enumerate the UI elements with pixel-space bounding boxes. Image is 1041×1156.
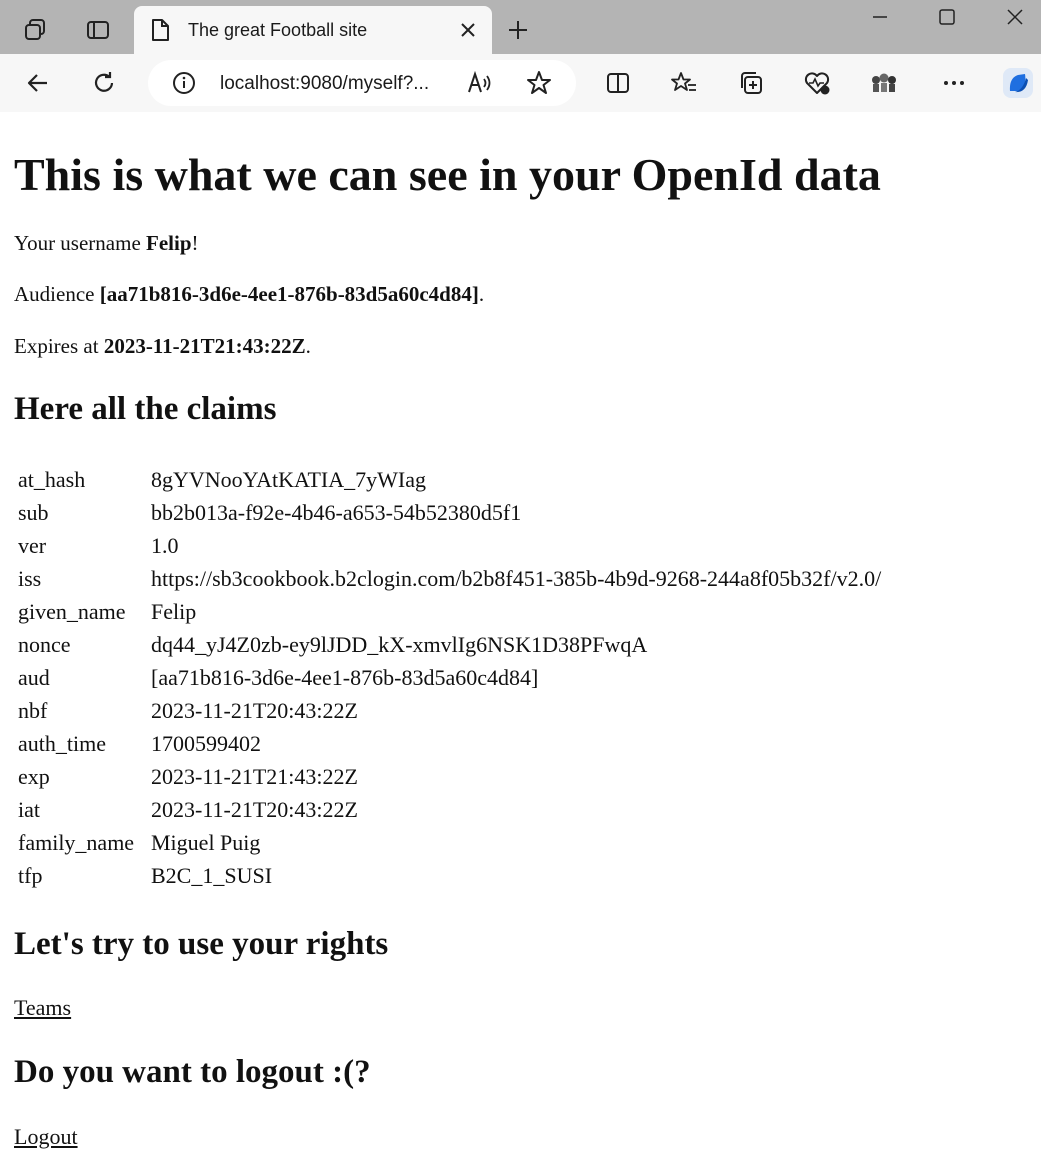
collections-icon[interactable] [731,63,771,103]
claim-key: at_hash [18,466,86,492]
site-info-icon[interactable] [172,71,196,100]
table-row: family_name Miguel Puig [16,826,883,859]
table-row: given_name Felip [16,595,883,628]
tab-bar: The great Football site [0,0,1041,54]
table-row: ver 1.0 [16,529,883,562]
logout-heading: Do you want to logout :(? [14,1054,371,1090]
active-tab[interactable]: The great Football site [134,6,492,54]
claim-key: family_name [18,829,135,855]
page-title: This is what we can see in your OpenId d… [14,149,881,200]
page-icon [150,18,170,47]
read-aloud-icon[interactable] [466,70,494,101]
workspaces-icon[interactable] [17,12,53,48]
claim-value: dq44_yJ4Z0zb-ey9lJDD_kX-xmvlIg6NSK1D38PF… [151,631,648,657]
table-row: sub bb2b013a-f92e-4b46-a653-54b52380d5f1 [16,496,883,529]
vertical-tabs-icon[interactable] [80,12,116,48]
more-options-icon[interactable] [934,63,974,103]
claims-heading: Here all the claims [14,391,277,427]
browser-essentials-icon[interactable] [797,63,837,103]
claim-value: B2C_1_SUSI [151,862,273,888]
url-text: localhost:9080/myself?... [220,73,430,94]
table-row: iat 2023-11-21T20:43:22Z [16,793,883,826]
claim-key: exp [18,763,50,789]
claim-value: bb2b013a-f92e-4b46-a653-54b52380d5f1 [151,499,522,525]
address-bar[interactable]: localhost:9080/myself?... [148,60,576,106]
claim-value: 2023-11-21T20:43:22Z [151,796,358,822]
maximize-icon[interactable] [929,2,965,32]
favorite-star-icon[interactable] [526,70,552,101]
expires-value: 2023-11-21T21:43:22Z [103,334,306,358]
close-tab-icon[interactable] [454,16,482,44]
claim-value: 1.0 [151,532,179,558]
logout-link[interactable]: Logout [14,1124,78,1150]
split-screen-icon[interactable] [598,63,638,103]
claim-key: nonce [18,631,71,657]
audience-value: [aa71b816-3d6e-4ee1-876b-83d5a60c4d84] [99,282,479,306]
table-row: auth_time 1700599402 [16,727,883,760]
table-row: iss https://sb3cookbook.b2clogin.com/b2b8… [16,562,883,595]
tab-title: The great Football site [188,20,368,40]
audience-line: Audience [aa71b816-3d6e-4ee1-876b-83d5a6… [14,282,485,306]
table-row: nbf 2023-11-21T20:43:22Z [16,694,883,727]
claim-key: iss [18,565,42,591]
expires-line: Expires at 2023-11-21T21:43:22Z. [14,334,311,358]
claim-key: tfp [18,862,43,888]
claim-value: 2023-11-21T21:43:22Z [151,763,358,789]
copilot-icon[interactable] [998,63,1038,103]
claim-key: sub [18,499,49,525]
claim-value: [aa71b816-3d6e-4ee1-876b-83d5a60c4d84] [151,664,539,690]
teams-link[interactable]: Teams [14,995,71,1021]
table-row: nonce dq44_yJ4Z0zb-ey9lJDD_kX-xmvlIg6NSK1… [16,628,883,661]
claim-key: auth_time [18,730,106,756]
close-window-icon[interactable] [997,2,1033,32]
claim-value: https://sb3cookbook.b2clogin.com/b2b8f45… [151,565,882,591]
back-icon[interactable] [18,63,58,103]
refresh-icon[interactable] [84,63,124,103]
claim-key: ver [18,532,47,558]
table-row: aud [aa71b816-3d6e-4ee1-876b-83d5a60c4d84… [16,661,883,694]
claim-key: nbf [18,697,48,723]
claim-value: 8gYVNooYAtKATIA_7yWIag [151,466,426,492]
table-row: exp 2023-11-21T21:43:22Z [16,760,883,793]
username-value: Felip [146,231,192,255]
claim-value: Miguel Puig [151,829,261,855]
rights-heading: Let's try to use your rights [14,926,389,962]
claims-table: at_hash 8gYVNooYAtKATIA_7yWIagsub bb2b013a… [16,463,883,892]
claim-value: Felip [151,598,197,624]
favorites-icon[interactable] [664,63,704,103]
claim-value: 2023-11-21T20:43:22Z [151,697,358,723]
claim-key: given_name [18,598,126,624]
username-line: Your username Felip! [14,231,199,255]
table-row: tfp B2C_1_SUSI [16,859,883,892]
new-tab-icon[interactable] [500,12,536,48]
claim-key: iat [18,796,40,822]
extension-icon[interactable] [864,63,904,103]
table-row: at_hash 8gYVNooYAtKATIA_7yWIag [16,463,883,496]
minimize-icon[interactable] [862,2,898,32]
browser-toolbar: localhost:9080/myself?... [0,54,1041,112]
claim-key: aud [18,664,50,690]
claim-value: 1700599402 [151,730,261,756]
